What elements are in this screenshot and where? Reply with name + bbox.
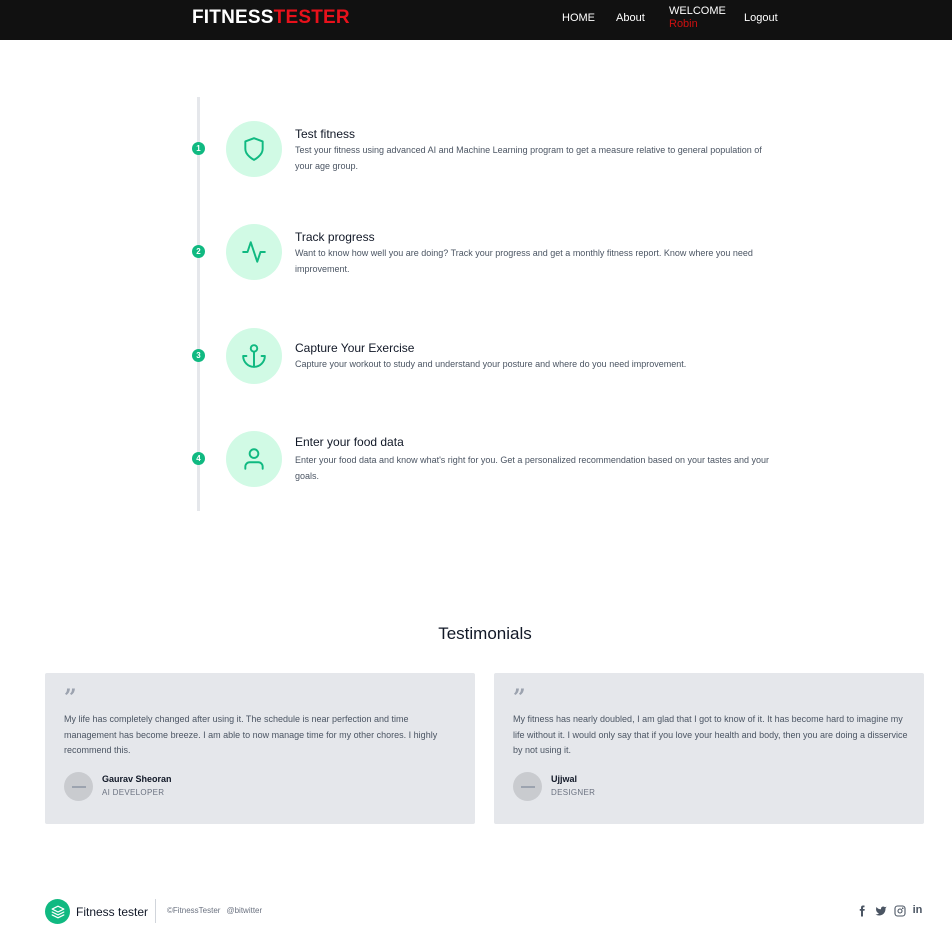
shield-icon: [226, 121, 282, 177]
activity-icon: [226, 224, 282, 280]
step-title: Enter your food data: [295, 435, 404, 449]
brand-logo[interactable]: FITNESSTESTER: [192, 7, 350, 29]
logout-link[interactable]: Logout: [744, 12, 778, 24]
step-description: Enter your food data and know what's rig…: [295, 455, 769, 481]
avatar: [513, 772, 542, 801]
user-name: Robin: [669, 18, 698, 30]
quote-icon: ”: [513, 685, 526, 711]
facebook-icon[interactable]: [855, 904, 868, 917]
quote-icon: ”: [64, 685, 77, 711]
brand-part-2: TESTER: [273, 7, 350, 28]
twitter-handle-link[interactable]: @bitwitter: [226, 906, 262, 915]
testimonial-text: My fitness has nearly doubled, I am glad…: [513, 714, 908, 755]
footer-divider: [155, 899, 156, 923]
testimonial-text: My life has completely changed after usi…: [64, 714, 438, 755]
testimonials-title: Testimonials: [438, 624, 532, 643]
nav-home-link[interactable]: HOME: [562, 12, 595, 24]
brand-part-1: FITNESS: [192, 7, 274, 28]
timeline-line: [197, 97, 200, 511]
copyright-text: ©FitnessTester: [167, 906, 221, 915]
avatar: [64, 772, 93, 801]
anchor-icon: [226, 328, 282, 384]
nav-about-link[interactable]: About: [616, 12, 645, 24]
twitter-icon[interactable]: [874, 904, 887, 917]
welcome-label: WELCOME: [669, 5, 726, 17]
welcome-user[interactable]: WELCOME Robin: [669, 5, 726, 31]
user-icon: [226, 431, 282, 487]
step-description: Test your fitness using advanced AI and …: [295, 145, 762, 171]
author-name: Gaurav Sheoran: [102, 774, 172, 784]
testimonial-card: ” My life has completely changed after u…: [45, 673, 475, 824]
step-number: 2: [192, 245, 205, 258]
step-number: 3: [192, 349, 205, 362]
testimonial-card: ” My fitness has nearly doubled, I am gl…: [494, 673, 924, 824]
step-number: 1: [192, 142, 205, 155]
footer-copyright: ©FitnessTester @bitwitter: [167, 906, 262, 915]
layers-icon[interactable]: [45, 899, 70, 924]
step-description: Capture your workout to study and unders…: [295, 359, 687, 369]
step-title: Capture Your Exercise: [295, 341, 415, 355]
author-name: Ujjwal: [551, 774, 578, 784]
navbar: FITNESSTESTER HOME About WELCOME Robin L…: [0, 0, 952, 40]
step-description: Want to know how well you are doing? Tra…: [295, 248, 753, 274]
author-role: AI DEVELOPER: [102, 788, 165, 797]
instagram-icon[interactable]: [893, 904, 906, 917]
step-number: 4: [192, 452, 205, 465]
linkedin-icon[interactable]: in: [911, 904, 924, 917]
step-title: Track progress: [295, 230, 375, 244]
author-role: DESIGNER: [551, 788, 596, 797]
step-title: Test fitness: [295, 127, 356, 141]
footer-brand-name[interactable]: Fitness tester: [76, 905, 148, 919]
